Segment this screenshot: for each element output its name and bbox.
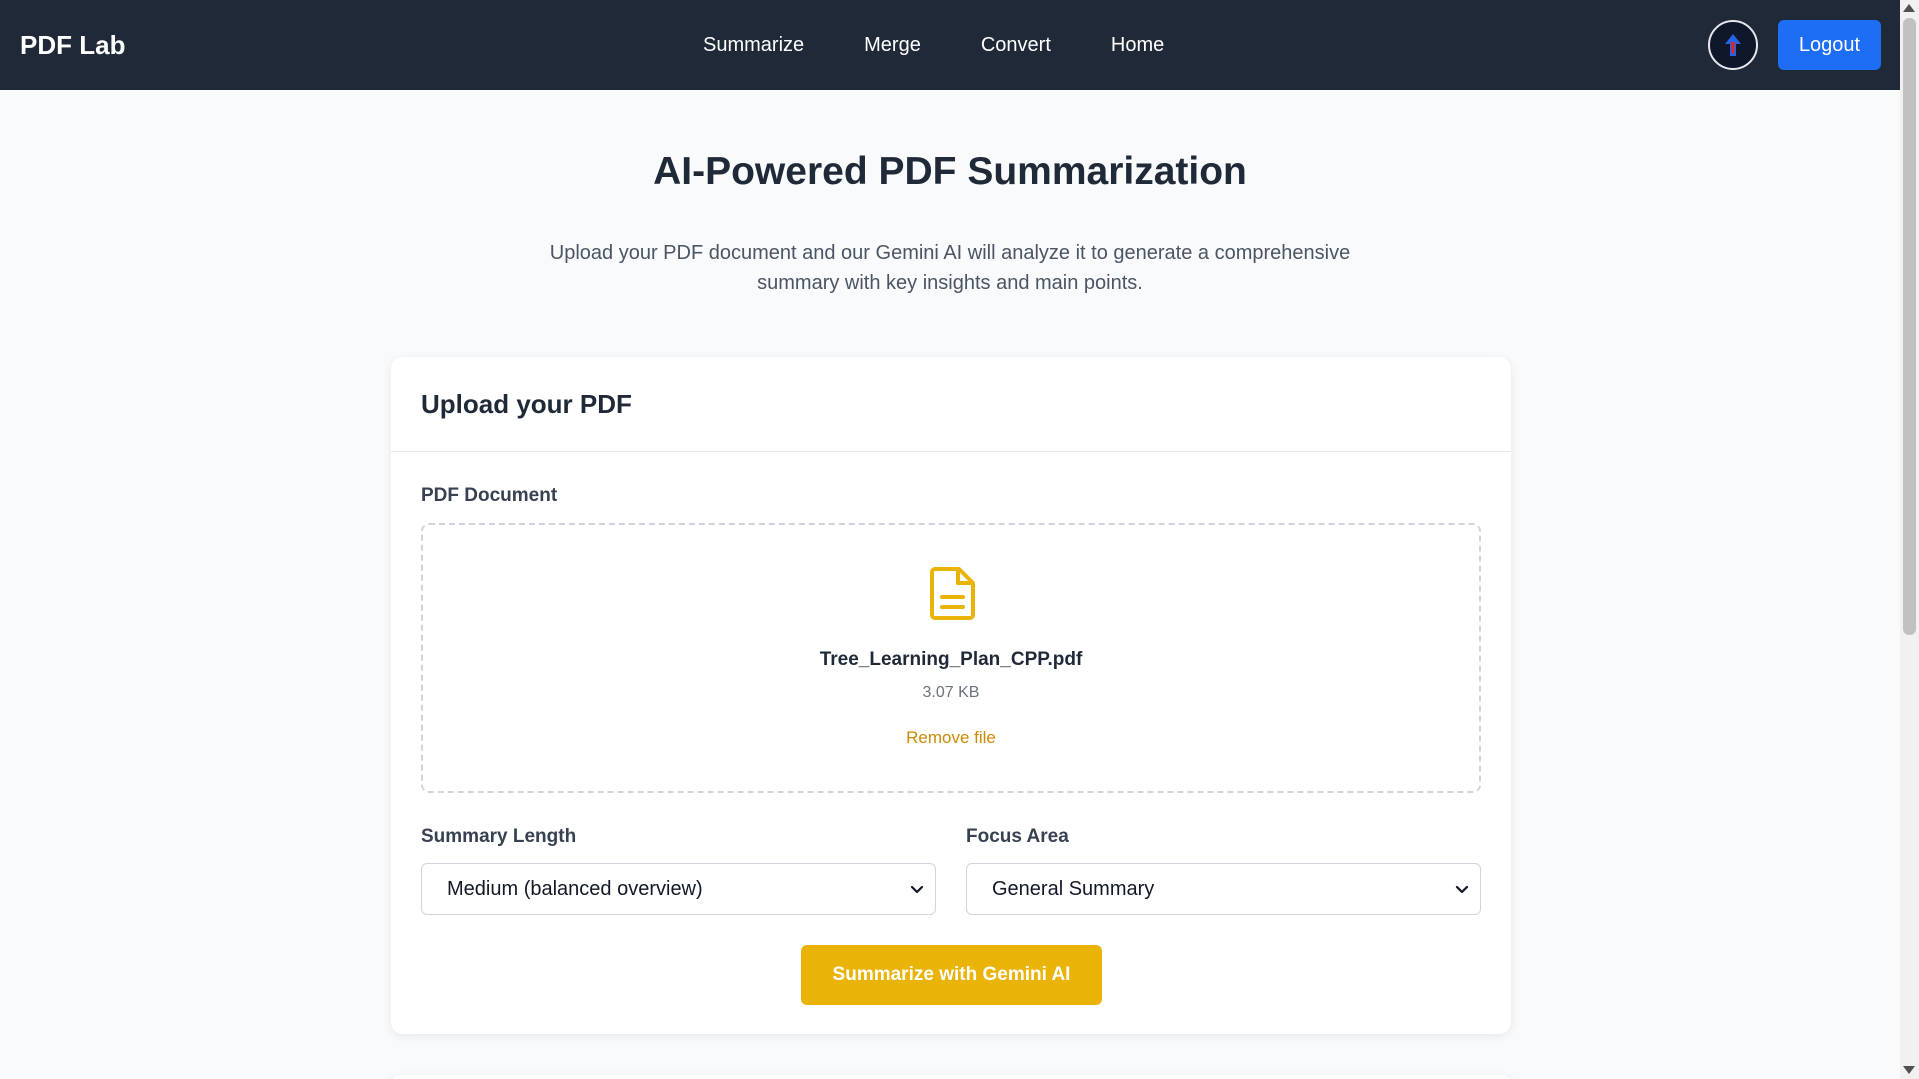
nav-link-convert[interactable]: Convert: [981, 34, 1051, 57]
remove-file-link[interactable]: Remove file: [423, 728, 1479, 748]
summary-length-select[interactable]: Medium (balanced overview): [421, 863, 936, 915]
page-scrollbar[interactable]: [1900, 0, 1919, 1079]
logout-button[interactable]: Logout: [1778, 20, 1881, 70]
nav-link-summarize[interactable]: Summarize: [703, 34, 804, 57]
summary-length-value: Medium (balanced overview): [447, 877, 703, 900]
scroll-up-arrow-icon[interactable]: [1903, 4, 1915, 12]
nav-links: Summarize Merge Convert Home: [703, 0, 1164, 90]
user-avatar[interactable]: [1708, 20, 1758, 70]
results-card: [391, 1075, 1511, 1079]
pdf-dropzone[interactable]: Tree_Learning_Plan_CPP.pdf 3.07 KB Remov…: [421, 523, 1481, 793]
file-name: Tree_Learning_Plan_CPP.pdf: [819, 649, 1083, 670]
chevron-down-icon: [910, 885, 924, 894]
nav-link-merge[interactable]: Merge: [864, 34, 921, 57]
focus-area-select[interactable]: General Summary: [966, 863, 1481, 915]
scroll-down-arrow-icon[interactable]: [1903, 1066, 1915, 1074]
nav-link-home[interactable]: Home: [1111, 34, 1164, 57]
upload-card: Upload your PDF PDF Document Tree_Learni…: [391, 357, 1511, 1034]
brand-logo[interactable]: PDF Lab: [20, 0, 125, 90]
page-description: Upload your PDF document and our Gemini …: [549, 242, 1351, 294]
file-size: 3.07 KB: [922, 684, 980, 701]
scrollbar-thumb[interactable]: [1903, 18, 1916, 635]
page-title: AI-Powered PDF Summarization: [653, 150, 1247, 193]
focus-area-value: General Summary: [992, 877, 1155, 900]
summary-length-label: Summary Length: [421, 826, 577, 847]
focus-area-label: Focus Area: [966, 826, 1069, 847]
avatar-figure-icon: [1711, 23, 1755, 67]
top-navbar: PDF Lab Summarize Merge Convert Home Log…: [0, 0, 1900, 90]
summarize-button[interactable]: Summarize with Gemini AI: [801, 945, 1102, 1005]
chevron-down-icon: [1455, 885, 1469, 894]
pdf-document-label: PDF Document: [421, 485, 558, 506]
document-icon: [930, 567, 975, 620]
upload-card-title: Upload your PDF: [391, 357, 1511, 452]
